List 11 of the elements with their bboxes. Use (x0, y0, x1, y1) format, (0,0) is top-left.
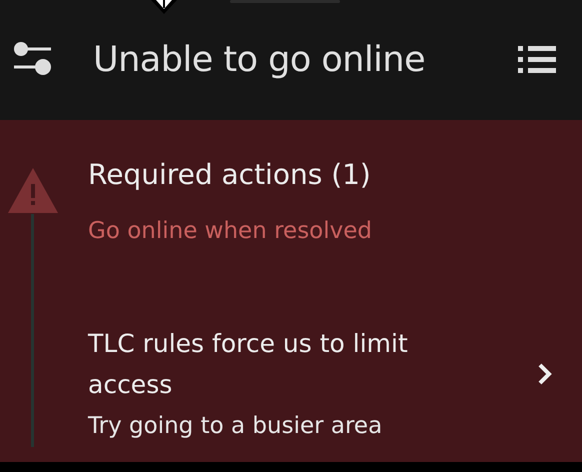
list-icon[interactable] (518, 45, 556, 75)
chevron-icon (538, 362, 552, 385)
warning-icon (8, 168, 58, 214)
action-item[interactable]: TLC rules force us to limit access Try going to a busier area (88, 322, 582, 443)
section-subtitle: Go online when resolved (88, 217, 374, 246)
page-title: Unable to go online (93, 38, 426, 82)
cursor-icon (149, 0, 179, 16)
section-title: Required actions (1) (88, 157, 372, 193)
filter-icon[interactable] (13, 42, 53, 78)
action-title: TLC rules force us to limit access (88, 328, 409, 400)
action-detail: Try going to a busier area (88, 412, 384, 440)
